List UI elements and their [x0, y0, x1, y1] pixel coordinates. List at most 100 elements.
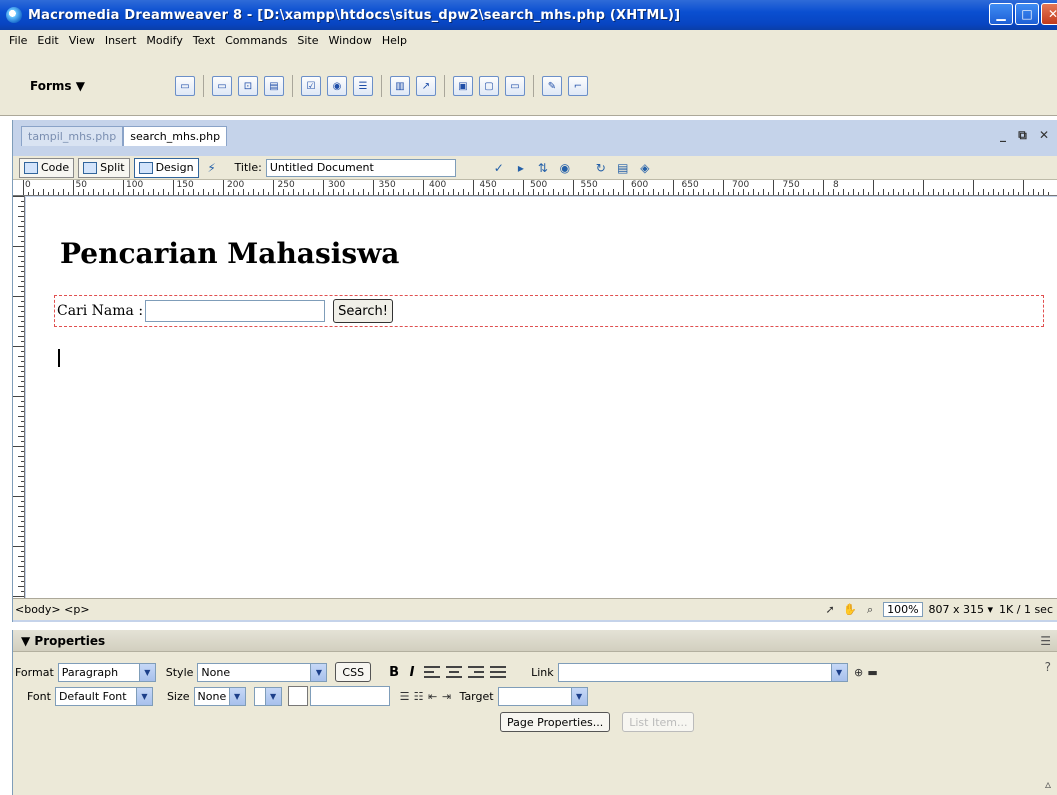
menu-file[interactable]: File	[4, 34, 32, 47]
button-icon[interactable]: ▭	[505, 76, 525, 96]
align-justify-icon[interactable]	[490, 666, 507, 678]
expand-panel-icon[interactable]: ▵	[1045, 777, 1051, 791]
menu-text[interactable]: Text	[188, 34, 220, 47]
outdent-icon[interactable]: ⇤	[426, 689, 440, 703]
italic-button[interactable]: I	[403, 665, 421, 680]
zoom-select[interactable]: 100%	[883, 602, 923, 617]
jump-menu-icon[interactable]: ↗	[416, 76, 436, 96]
size-select[interactable]: None ▼	[193, 686, 246, 706]
ruler-tick	[843, 189, 844, 195]
pointer-tool-icon[interactable]: ➚	[823, 603, 837, 617]
menu-insert[interactable]: Insert	[100, 34, 142, 47]
checkbox-icon[interactable]: ☑	[301, 76, 321, 96]
file-management-icon[interactable]: ⇅	[534, 160, 552, 176]
panel-options-icon[interactable]: ☰	[1040, 634, 1051, 648]
ruler-label: 550	[580, 180, 598, 190]
search-button[interactable]: Search!	[333, 299, 393, 323]
window-size-select[interactable]: 807 x 315 ▾	[929, 603, 994, 616]
menu-window[interactable]: Window	[324, 34, 377, 47]
document-title-input[interactable]: Untitled Document	[265, 158, 456, 177]
validate-markup-icon[interactable]: ▸	[512, 160, 530, 176]
minimize-button[interactable]: ▁	[989, 3, 1013, 25]
menu-site[interactable]: Site	[292, 34, 323, 47]
ruler-tick	[21, 481, 24, 482]
hand-tool-icon[interactable]: ✋	[843, 603, 857, 617]
css-button[interactable]: CSS	[335, 662, 372, 682]
form-icon[interactable]: ▭	[175, 76, 195, 96]
hidden-field-icon[interactable]: ⊡	[238, 76, 258, 96]
maximize-button[interactable]: □	[1015, 3, 1039, 25]
visual-aids-icon[interactable]: ◈	[636, 160, 654, 176]
page-properties-button[interactable]: Page Properties...	[500, 712, 611, 732]
view-options-icon[interactable]: ▤	[614, 160, 632, 176]
text-field-icon[interactable]: ▭	[212, 76, 232, 96]
ruler-tick	[728, 192, 729, 195]
check-browser-icon[interactable]: ✓	[490, 160, 508, 176]
menu-help[interactable]: Help	[377, 34, 412, 47]
split-view-button[interactable]: Split	[78, 157, 130, 178]
properties-panel-title[interactable]: ▼ Properties	[13, 630, 1057, 652]
menu-edit[interactable]: Edit	[32, 34, 63, 47]
tab-search-mhs[interactable]: search_mhs.php	[123, 126, 228, 146]
indent-icon[interactable]: ⇥	[440, 689, 454, 703]
close-button[interactable]: ✕	[1041, 3, 1057, 25]
ruler-tick	[758, 192, 759, 195]
ruler-tick	[188, 192, 189, 195]
radio-button-icon[interactable]: ◉	[327, 76, 347, 96]
ruler-tick	[43, 189, 44, 195]
bold-button[interactable]: B	[385, 665, 403, 680]
unordered-list-icon[interactable]: ☰	[398, 689, 412, 703]
ordered-list-icon[interactable]: ☷	[412, 689, 426, 703]
textarea-icon[interactable]: ▤	[264, 76, 284, 96]
ruler-tick	[18, 216, 24, 217]
preview-browser-icon[interactable]: ◉	[556, 160, 574, 176]
ruler-tick	[473, 180, 474, 195]
file-field-icon[interactable]: ▢	[479, 76, 499, 96]
ruler-tick	[398, 192, 399, 195]
menu-commands[interactable]: Commands	[220, 34, 292, 47]
ruler-tick	[33, 189, 34, 195]
fieldset-icon[interactable]: ⌐	[568, 76, 588, 96]
image-field-icon[interactable]: ▣	[453, 76, 473, 96]
code-view-button[interactable]: Code	[19, 157, 75, 178]
point-to-file-icon[interactable]: ⊕	[852, 665, 866, 679]
refresh-icon[interactable]: ↻	[592, 160, 610, 176]
ruler-tick	[18, 536, 24, 537]
ruler-tick	[23, 180, 24, 195]
ruler-tick	[873, 180, 874, 195]
code-icon	[24, 161, 38, 174]
format-select[interactable]: Paragraph ▼	[57, 662, 156, 682]
ruler-tick	[653, 189, 654, 195]
text-color-input[interactable]	[309, 686, 390, 706]
text-color-picker[interactable]	[287, 686, 308, 706]
tab-tampil-mhs[interactable]: tampil_mhs.php	[21, 126, 124, 146]
tag-selector[interactable]: <body> <p>	[15, 603, 90, 616]
menu-modify[interactable]: Modify	[141, 34, 187, 47]
align-center-icon[interactable]	[446, 666, 463, 678]
menu-view[interactable]: View	[64, 34, 100, 47]
font-select[interactable]: Default Font ▼	[54, 686, 153, 706]
radio-group-icon[interactable]: ☰	[353, 76, 373, 96]
document-window-controls[interactable]: _ ⧉ ✕	[1000, 128, 1053, 143]
target-select: ▼	[497, 686, 588, 706]
design-canvas[interactable]: Pencarian Mahasiswa Cari Nama : Search!	[26, 197, 1057, 599]
style-select[interactable]: None ▼	[197, 662, 328, 682]
ruler-tick	[218, 192, 219, 195]
label-icon[interactable]: ✎	[542, 76, 562, 96]
ruler-tick	[363, 189, 364, 195]
search-name-input[interactable]	[145, 300, 326, 322]
list-menu-icon[interactable]: ▥	[390, 76, 410, 96]
chevron-down-icon: ▼	[264, 687, 281, 705]
align-left-icon[interactable]	[424, 666, 441, 678]
help-icon[interactable]: ?	[1045, 660, 1051, 674]
ruler-label: 50	[75, 180, 87, 190]
search-form[interactable]: Cari Nama : Search!	[54, 295, 1044, 327]
live-data-icon[interactable]: ⚡	[203, 160, 221, 176]
align-right-icon[interactable]	[468, 666, 485, 678]
browse-folder-icon[interactable]: ▬	[866, 665, 880, 679]
link-input[interactable]: ▼	[557, 662, 848, 682]
insert-category-dropdown[interactable]: Forms ▼	[30, 79, 85, 93]
ruler-tick	[508, 192, 509, 195]
design-view-button[interactable]: Design	[133, 157, 199, 178]
zoom-tool-icon[interactable]: ⌕	[863, 603, 877, 617]
